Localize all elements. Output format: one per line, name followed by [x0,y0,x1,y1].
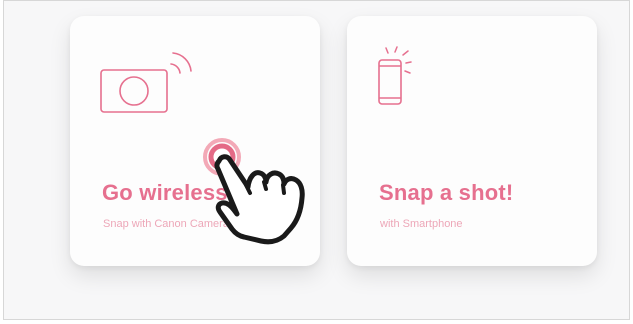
app-frame: Go wireless! Snap with Canon Camera Snap… [3,0,630,320]
snap-a-shot-subtitle: with Smartphone [380,218,463,230]
hand-pointer-cursor-icon [203,138,305,245]
snap-a-shot-title: Snap a shot! [379,180,514,205]
snap-a-shot-card[interactable]: Snap a shot! with Smartphone [347,16,597,266]
smartphone-icon [378,46,412,105]
camera-wireless-icon [100,52,192,113]
